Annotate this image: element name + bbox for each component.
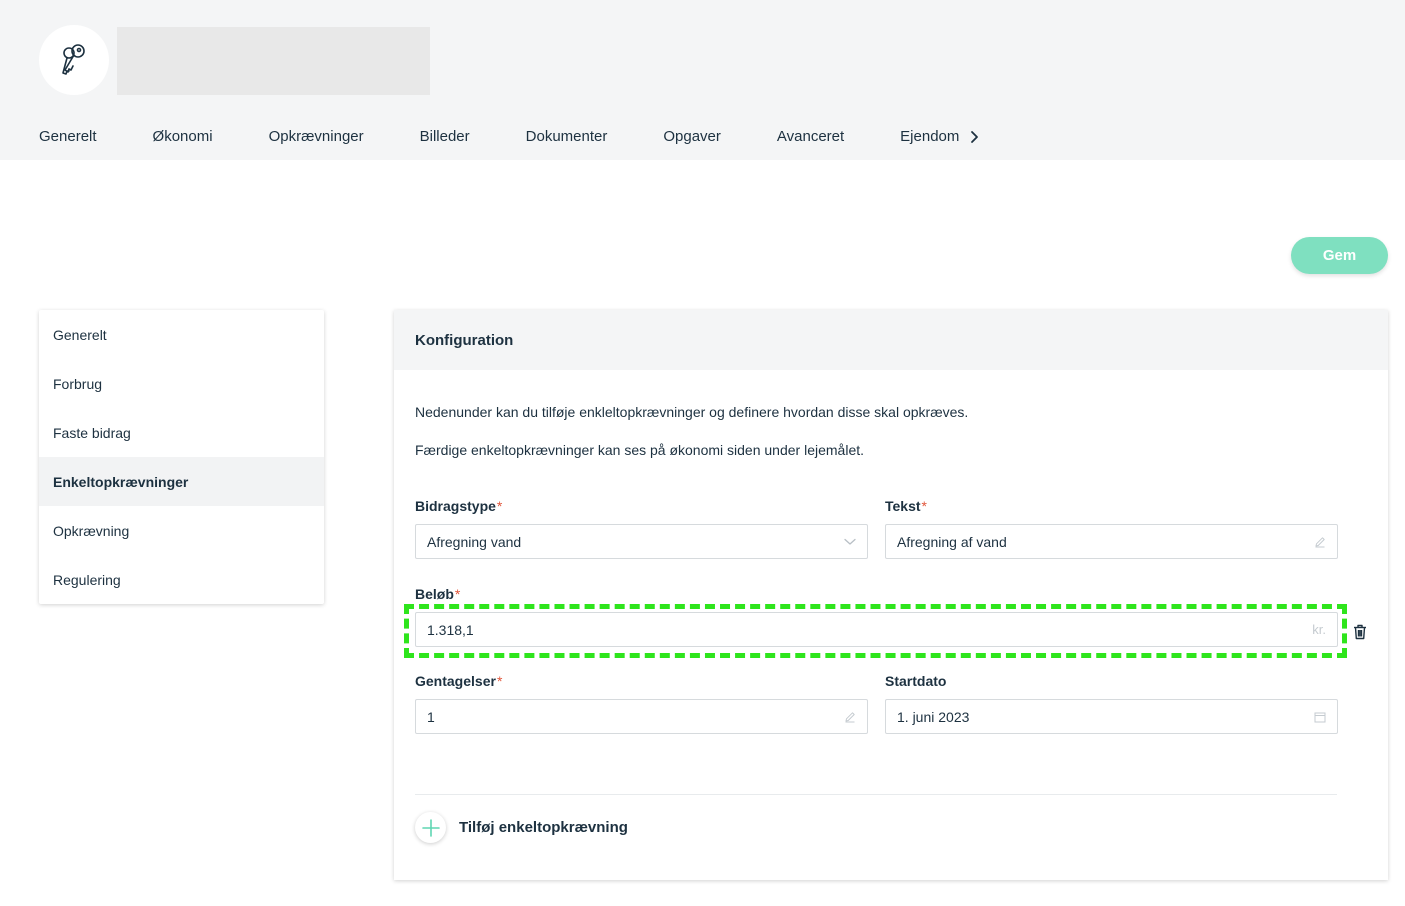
chevron-down-icon [844, 538, 856, 546]
currency-suffix: kr. [1312, 622, 1326, 637]
startdato-input[interactable]: 1. juni 2023 [885, 699, 1338, 734]
tab-opkraevninger[interactable]: Opkrævninger [269, 126, 364, 148]
add-single-charge-label: Tilføj enkeltopkrævning [459, 819, 628, 836]
belob-label: Beløb* [415, 586, 460, 602]
page-header: Generelt Økonomi Opkrævninger Billeder D… [0, 0, 1405, 160]
sidebar: Generelt Forbrug Faste bidrag Enkeltopkr… [39, 310, 324, 604]
sidebar-item-opkraevning[interactable]: Opkrævning [39, 506, 324, 555]
tab-generelt[interactable]: Generelt [39, 126, 97, 148]
avatar [39, 25, 109, 95]
tekst-label: Tekst* [885, 498, 927, 514]
title-placeholder [117, 27, 430, 95]
required-mark: * [496, 673, 503, 689]
trash-icon[interactable] [1353, 624, 1367, 640]
calendar-icon [1314, 711, 1326, 723]
gentagelser-label-text: Gentagelser [415, 673, 496, 689]
tab-billeder[interactable]: Billeder [420, 126, 470, 148]
plus-icon [415, 812, 446, 843]
startdato-value: 1. juni 2023 [897, 708, 970, 725]
configuration-card: Konfiguration Nedenunder kan du tilføje … [394, 310, 1388, 880]
gentagelser-value: 1 [427, 708, 435, 725]
sidebar-item-regulering[interactable]: Regulering [39, 555, 324, 604]
sidebar-item-faste-bidrag[interactable]: Faste bidrag [39, 408, 324, 457]
keys-icon [62, 44, 85, 75]
gentagelser-input[interactable]: 1 [415, 699, 868, 734]
tab-bar: Generelt Økonomi Opkrævninger Billeder D… [39, 126, 981, 148]
description-text: Nedenunder kan du tilføje enkleltopkrævn… [415, 404, 969, 420]
sidebar-item-generelt[interactable]: Generelt [39, 310, 324, 359]
pencil-icon [844, 711, 856, 723]
sidebar-item-enkeltopkraevninger[interactable]: Enkeltopkrævninger [39, 457, 324, 506]
tekst-input[interactable]: Afregning af vand [885, 524, 1338, 559]
tab-ejendom[interactable]: Ejendom [900, 126, 959, 148]
card-title: Konfiguration [394, 310, 1388, 370]
startdato-label: Startdato [885, 673, 946, 689]
description-text-2: Færdige enkeltopkrævninger kan ses på øk… [415, 442, 865, 458]
tekst-label-text: Tekst [885, 498, 921, 514]
tab-opgaver[interactable]: Opgaver [663, 126, 721, 148]
belob-label-text: Beløb [415, 586, 454, 602]
bidragstype-label: Bidragstype* [415, 498, 502, 514]
required-mark: * [921, 498, 927, 514]
startdato-label-text: Startdato [885, 673, 947, 689]
divider [415, 794, 1337, 795]
tab-avanceret[interactable]: Avanceret [777, 126, 844, 148]
pencil-icon [1314, 536, 1326, 548]
belob-value: 1.318,1 [427, 621, 474, 638]
bidragstype-value: Afregning vand [427, 533, 522, 550]
tekst-value: Afregning af vand [897, 533, 1007, 550]
required-mark: * [454, 586, 461, 602]
belob-input[interactable]: 1.318,1 kr. [415, 612, 1338, 647]
gentagelser-label: Gentagelser* [415, 673, 502, 689]
required-mark: * [496, 498, 503, 514]
save-button[interactable]: Gem [1291, 237, 1388, 274]
tab-okonomi[interactable]: Økonomi [153, 126, 213, 148]
bidragstype-label-text: Bidragstype [415, 498, 496, 514]
tab-dokumenter[interactable]: Dokumenter [526, 126, 608, 148]
chevron-right-icon[interactable] [969, 130, 981, 144]
sidebar-item-forbrug[interactable]: Forbrug [39, 359, 324, 408]
bidragstype-select[interactable]: Afregning vand [415, 524, 868, 559]
add-single-charge-button[interactable]: Tilføj enkeltopkrævning [415, 812, 628, 843]
